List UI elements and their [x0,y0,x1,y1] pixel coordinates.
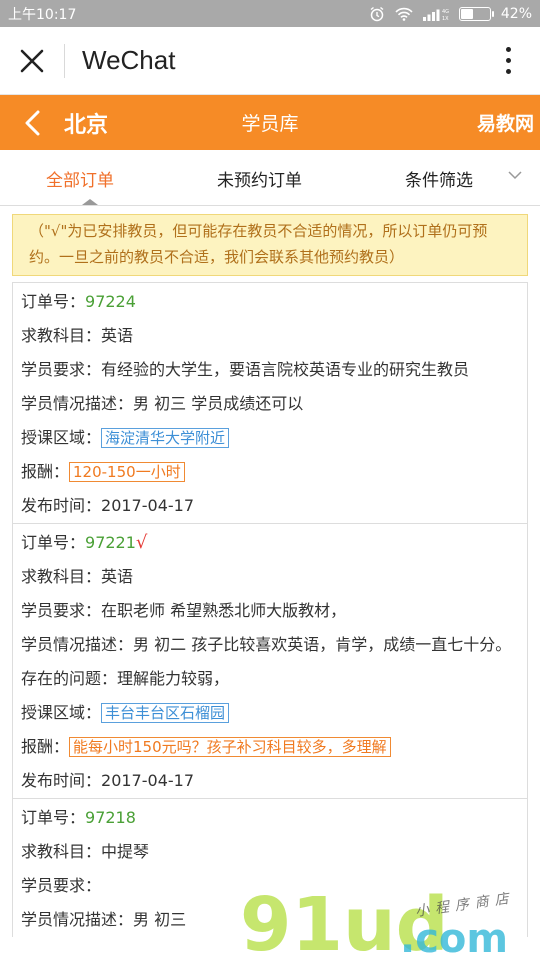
subject-label: 求教科目： [21,842,102,861]
fee-tag: 120-150一小时 [69,462,185,482]
order-number-row: 订单号： 97221√ [21,526,519,560]
order-number-row: 订单号： 97218 [21,801,519,835]
fee-row: 报酬： 能每小时150元吗？孩子补习科目较多，多理解 [21,730,519,764]
published-row: 发布时间： 2017-04-17 [21,764,519,798]
published-value: 2017-04-17 [101,496,194,515]
battery-icon [458,6,494,21]
more-dot-icon [505,47,511,52]
description-row: 学员情况描述：男 初二 孩子比较喜欢英语，肯学，成绩一直七十分。存在的问题：理解… [21,628,519,696]
more-dot-icon [505,69,511,74]
area-label: 授课区域： [21,703,102,722]
requirement-row: 学员要求： [21,869,519,903]
order-number-label: 订单号： [21,292,86,311]
fee-label: 报酬： [21,462,70,481]
requirement-value: 有经验的大学生，要语言院校英语专业的研究生教员 [101,360,470,379]
fee-tag: 能每小时150元吗？孩子补习科目较多，多理解 [69,737,391,757]
subject-label: 求教科目： [21,567,102,586]
more-menu-button[interactable] [476,47,540,74]
subject-value: 英语 [101,567,134,586]
fee-row: 报酬： 120-150一小时 [21,455,519,489]
city-selector[interactable]: 北京 [64,107,108,139]
requirement-label: 学员要求： [21,360,102,379]
description-label: 学员情况描述： [21,394,134,413]
chevron-left-icon [25,110,40,135]
tab-all-orders[interactable]: 全部订单 [46,150,114,206]
subject-value: 英语 [101,326,134,345]
subject-row: 求教科目： 英语 [21,560,519,594]
description-row: 学员情况描述：男 初三 [21,903,519,937]
order-number: 97221 [85,533,136,552]
subject-row: 求教科目： 中提琴 [21,835,519,869]
assigned-check-icon: √ [135,532,148,553]
alarm-icon [370,6,384,21]
status-time: 上午10:17 [8,6,77,23]
svg-text:4G: 4G [442,9,449,15]
requirement-label: 学员要求： [21,601,102,620]
description-label: 学员情况描述： [21,635,134,654]
order-number-label: 订单号： [21,533,86,552]
area-row: 授课区域： 丰台丰台区石榴园 [21,696,519,730]
area-row: 授课区域： 海淀清华大学附近 [21,421,519,455]
area-tag[interactable]: 丰台丰台区石榴园 [101,703,230,723]
notice-banner: （"√"为已安排教员，但可能存在教员不合适的情况，所以订单仍可预约。一旦之前的教… [12,214,528,276]
order-number-label: 订单号： [21,808,86,827]
published-row: 发布时间： 2017-04-17 [21,489,519,523]
status-bar: 上午10:17 4G 1X 42% [0,0,540,27]
description-label: 学员情况描述： [21,910,134,929]
order-number-row: 订单号： 97224 [21,285,519,319]
wechat-title-bar: WeChat [0,27,540,95]
svg-text:1X: 1X [442,16,449,21]
wifi-icon [395,7,413,21]
active-tab-indicator [82,199,98,205]
tab-filter[interactable]: 条件筛选 [405,150,473,206]
order-tabs: 全部订单 未预约订单 条件筛选 [0,150,540,206]
close-icon [20,49,44,72]
published-label: 发布时间： [21,771,102,790]
order-card[interactable]: 订单号： 97224 求教科目： 英语 学员要求：有经验的大学生，要语言院校英语专业… [12,282,528,523]
area-label: 授课区域： [21,428,102,447]
subject-row: 求教科目： 英语 [21,319,519,353]
wechat-title: WeChat [82,45,176,75]
order-list: 订单号： 97224 求教科目： 英语 学员要求：有经验的大学生，要语言院校英语专业… [12,282,528,937]
status-icons: 4G 1X 42% [369,6,532,22]
requirement-value: 在职老师 希望熟悉北师大版教材， [101,601,347,620]
order-card[interactable]: 订单号： 97221√ 求教科目： 英语 学员要求：在职老师 希望熟悉北师大版教材，… [12,523,528,798]
order-number: 97224 [85,292,136,311]
description-value: 男 初三 [133,910,187,929]
published-value: 2017-04-17 [101,771,194,790]
description-row: 学员情况描述：男 初三 学员成绩还可以 [21,387,519,421]
more-dot-icon [505,58,511,63]
published-label: 发布时间： [21,496,102,515]
signal-icon: 4G1X [422,9,449,21]
tab-unbooked-orders[interactable]: 未预约订单 [217,150,302,206]
chevron-down-icon[interactable] [508,170,522,180]
requirement-row: 学员要求：在职老师 希望熟悉北师大版教材， [21,594,519,628]
order-number: 97218 [85,808,136,827]
subject-label: 求教科目： [21,326,102,345]
requirement-label: 学员要求： [21,876,102,895]
close-button[interactable] [0,27,64,95]
requirement-row: 学员要求：有经验的大学生，要语言院校英语专业的研究生教员 [21,353,519,387]
subject-value: 中提琴 [101,842,150,861]
description-value: 男 初三 学员成绩还可以 [133,394,304,413]
back-button[interactable] [0,95,64,150]
area-tag[interactable]: 海淀清华大学附近 [101,428,230,448]
order-card[interactable]: 订单号： 97218 求教科目： 中提琴 学员要求： 学员情况描述：男 初三 [12,798,528,937]
app-header: 北京 学员库 易教网 [0,95,540,150]
fee-label: 报酬： [21,737,70,756]
battery-percent: 42% [500,5,532,22]
brand-logo[interactable]: 易教网 [477,109,540,136]
